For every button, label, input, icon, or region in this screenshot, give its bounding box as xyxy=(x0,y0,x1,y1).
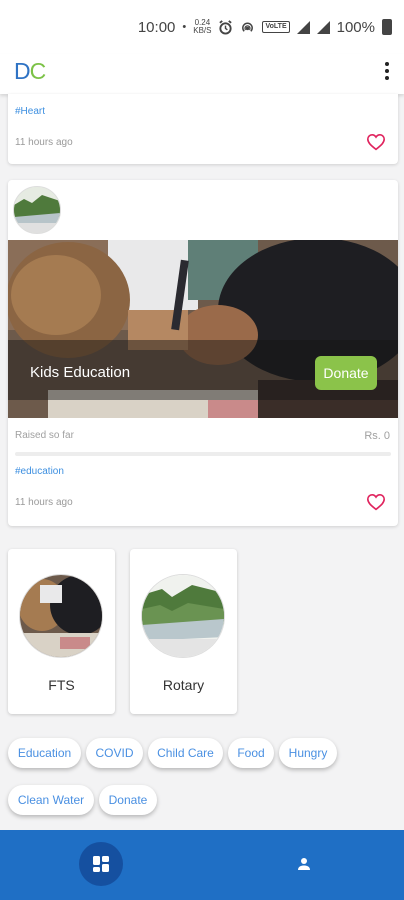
person-icon[interactable] xyxy=(296,856,312,872)
donate-button[interactable]: Donate xyxy=(315,356,377,390)
alarm-icon xyxy=(219,19,233,35)
battery-percent: 100% xyxy=(336,18,375,36)
raised-amount: Rs. 0 xyxy=(364,430,390,442)
status-bar: 10:00 • 0.24 KB/S VoLTE 100% xyxy=(0,0,404,54)
category-chip[interactable]: COVID xyxy=(86,738,143,768)
post-time: 11 hours ago xyxy=(15,137,73,148)
campaign-title: Kids Education xyxy=(30,364,131,381)
org-card-rotary[interactable]: Rotary xyxy=(130,549,237,714)
data-speed: 0.24 KB/S xyxy=(193,18,212,35)
org-name: Rotary xyxy=(162,677,205,693)
category-chip[interactable]: Clean Water xyxy=(8,785,94,815)
more-vert-icon[interactable] xyxy=(384,62,390,80)
status-dot: • xyxy=(182,21,187,33)
bottom-nav xyxy=(0,830,404,900)
category-chip[interactable]: Food xyxy=(228,738,274,768)
status-time: 10:00 xyxy=(137,18,176,36)
category-chip[interactable]: Education xyxy=(8,738,81,768)
org-photo xyxy=(141,574,225,658)
post-card[interactable]: #Heart 11 hours ago xyxy=(8,94,398,164)
category-chip[interactable]: Child Care xyxy=(148,738,223,768)
dashboard-icon[interactable] xyxy=(79,842,123,886)
signal-icon xyxy=(296,20,310,34)
org-name: FTS xyxy=(48,677,75,693)
battery-icon xyxy=(382,19,392,35)
org-card-fts[interactable]: FTS xyxy=(8,549,115,714)
post-time: 11 hours ago xyxy=(15,497,73,508)
org-avatar[interactable] xyxy=(13,186,61,234)
post-tag[interactable]: #Heart xyxy=(15,106,45,117)
raised-progress-bar xyxy=(15,452,391,456)
org-photo xyxy=(19,574,103,658)
volte-icon: VoLTE xyxy=(262,21,290,33)
campaign-photo[interactable]: Kids Education Donate xyxy=(8,240,398,418)
signal-4g-icon xyxy=(316,20,330,34)
heart-icon[interactable] xyxy=(366,493,386,511)
post-tag[interactable]: #education xyxy=(15,466,64,477)
app-logo[interactable]: DC xyxy=(14,58,46,85)
heart-icon[interactable] xyxy=(366,133,386,151)
campaign-card[interactable]: Kids Education Donate Raised so far Rs. … xyxy=(8,180,398,526)
hotspot-icon xyxy=(242,22,254,32)
raised-label: Raised so far xyxy=(15,430,74,441)
category-chip[interactable]: Hungry xyxy=(279,738,337,768)
app-bar: DC xyxy=(0,54,404,94)
category-chip[interactable]: Donate xyxy=(99,785,157,815)
